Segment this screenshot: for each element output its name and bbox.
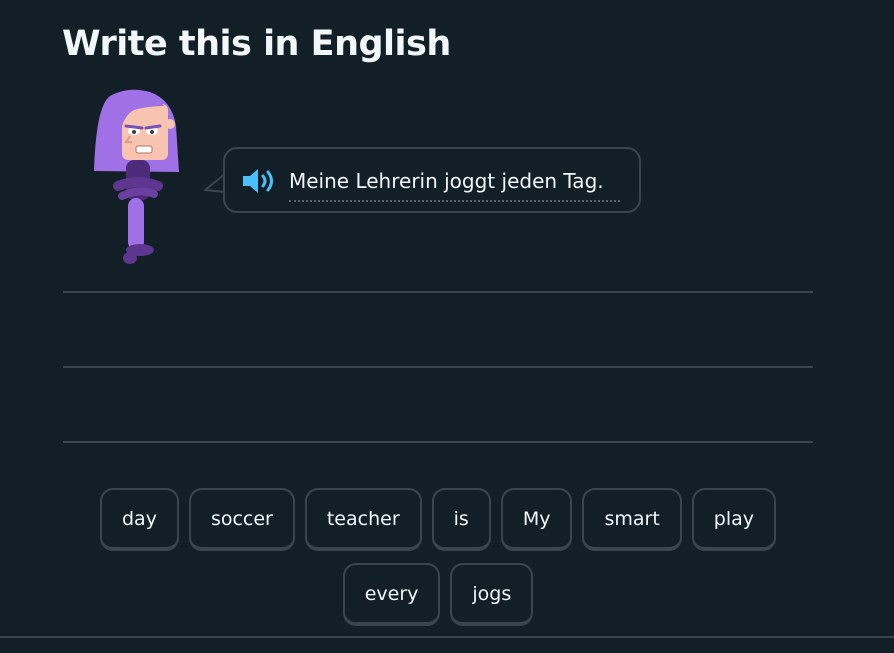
answer-line bbox=[63, 291, 813, 293]
answer-line bbox=[63, 366, 813, 368]
hint-underline bbox=[289, 200, 620, 202]
word-bank: day soccer teacher is My smart play ever… bbox=[0, 488, 876, 638]
word-chip-jogs[interactable]: jogs bbox=[450, 563, 534, 626]
speaker-button[interactable] bbox=[241, 167, 277, 195]
speech-bubble: Meine Lehrerin joggt jeden Tag. bbox=[223, 147, 641, 213]
word-chip-is[interactable]: is bbox=[431, 488, 491, 551]
answer-line bbox=[63, 441, 813, 443]
exercise-page: Write this in English Meine Lehrerin jog… bbox=[0, 0, 894, 653]
word-chip-teacher[interactable]: teacher bbox=[304, 488, 422, 551]
speaker-icon bbox=[243, 169, 273, 193]
teacher-character bbox=[94, 89, 179, 264]
prompt-sentence[interactable]: Meine Lehrerin joggt jeden Tag. bbox=[289, 167, 604, 195]
page-title: Write this in English bbox=[62, 24, 451, 64]
word-bank-row: day soccer teacher is My smart play bbox=[0, 488, 876, 551]
word-chip-play[interactable]: play bbox=[691, 488, 777, 551]
word-bank-row: every jogs bbox=[0, 563, 876, 626]
word-chip-soccer[interactable]: soccer bbox=[188, 488, 295, 551]
word-chip-day[interactable]: day bbox=[99, 488, 179, 551]
footer-divider bbox=[0, 636, 894, 638]
word-chip-smart[interactable]: smart bbox=[582, 488, 682, 551]
word-chip-every[interactable]: every bbox=[342, 563, 441, 626]
word-chip-my[interactable]: My bbox=[500, 488, 573, 551]
